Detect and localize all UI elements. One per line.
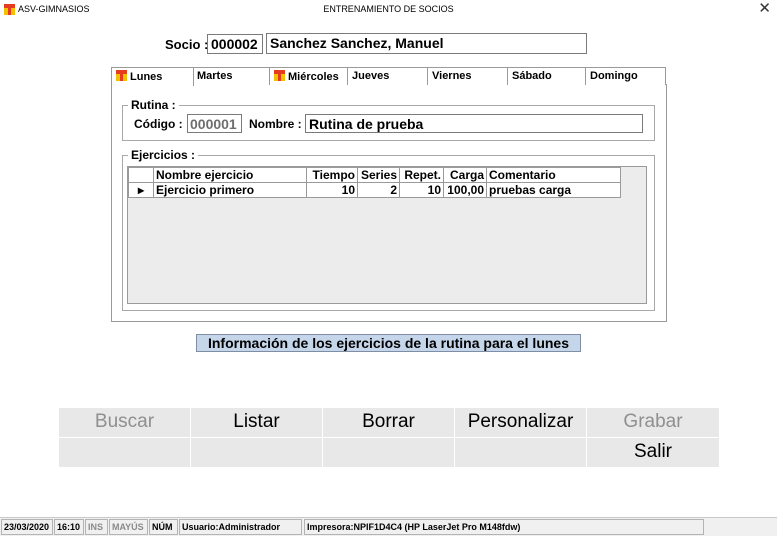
tab-martes[interactable]: Martes [192, 67, 271, 85]
buscar-button[interactable]: Buscar [59, 408, 190, 437]
tab-label: Viernes [432, 70, 472, 82]
rutina-nombre-field[interactable]: Rutina de prueba [305, 114, 643, 133]
socio-name-field[interactable]: Sanchez Sanchez, Manuel [266, 33, 587, 54]
column-header[interactable]: Nombre ejercicio [153, 167, 307, 183]
cell-carga[interactable]: 100,00 [443, 182, 487, 198]
tab-miercoles[interactable]: Miércoles [269, 67, 349, 85]
tab-label: Domingo [590, 70, 638, 82]
close-icon[interactable]: ✕ [758, 1, 771, 17]
tab-viernes[interactable]: Viernes [427, 67, 509, 85]
cell-nombre[interactable]: Ejercicio primero [153, 182, 307, 198]
status-date: 23/03/2020 [1, 519, 53, 535]
tab-lunes[interactable]: Lunes [111, 67, 194, 86]
column-header[interactable]: Comentario [486, 167, 621, 183]
borrar-button[interactable]: Borrar [323, 408, 454, 437]
flag-icon [116, 70, 127, 81]
tab-label: Sábado [512, 70, 552, 82]
window-title: ENTRENAMIENTO DE SOCIOS [323, 4, 454, 14]
codigo-label: Código : [134, 117, 183, 131]
socio-code-field[interactable]: 000002 [207, 34, 263, 54]
day-tabs: Lunes Martes Miércoles Jueves Viernes Sá… [111, 67, 666, 86]
socio-label: Socio : [165, 37, 209, 52]
row-indicator-header [128, 167, 154, 183]
rutina-group-title: Rutina : [128, 98, 179, 112]
current-row-arrow-icon: ▸ [128, 182, 154, 198]
grabar-button[interactable]: Grabar [587, 408, 719, 437]
column-header[interactable]: Tiempo [306, 167, 358, 183]
flag-icon [274, 70, 285, 81]
listar-button[interactable]: Listar [191, 408, 322, 437]
ejercicios-grid[interactable]: Nombre ejercicio Tiempo Series Repet. Ca… [127, 166, 647, 304]
ejercicios-table: Nombre ejercicio Tiempo Series Repet. Ca… [128, 167, 621, 198]
column-header[interactable]: Series [357, 167, 400, 183]
table-row[interactable]: ▸ Ejercicio primero 10 2 10 100,00 prueb… [128, 182, 621, 198]
empty-button [59, 438, 190, 467]
empty-button [455, 438, 586, 467]
status-time: 16:10 [54, 519, 84, 535]
status-usuario: Usuario:Administrador [179, 519, 302, 535]
column-header[interactable]: Carga [443, 167, 487, 183]
info-label: Información de los ejercicios de la ruti… [196, 334, 581, 352]
tab-label: Martes [197, 70, 233, 82]
cell-repet[interactable]: 10 [399, 182, 444, 198]
salir-button[interactable]: Salir [587, 438, 719, 467]
status-ins: INS [85, 519, 108, 535]
rutina-codigo-field[interactable]: 000001 [187, 114, 242, 133]
cell-tiempo[interactable]: 10 [306, 182, 358, 198]
empty-button [191, 438, 322, 467]
tab-jueves[interactable]: Jueves [347, 67, 429, 85]
ejercicios-group-title: Ejercicios : [128, 148, 199, 162]
status-num: NÚM [149, 519, 178, 535]
tab-label: Miércoles [288, 71, 339, 83]
empty-button [323, 438, 454, 467]
personalizar-button[interactable]: Personalizar [455, 408, 586, 437]
status-mayus: MAYÚS [109, 519, 148, 535]
column-header[interactable]: Repet. [399, 167, 444, 183]
tab-sabado[interactable]: Sábado [507, 67, 587, 85]
tab-label: Lunes [130, 71, 163, 83]
status-impresora: Impresora:NPIF1D4C4 (HP LaserJet Pro M14… [304, 519, 704, 535]
nombre-label: Nombre : [249, 117, 302, 131]
table-header-row: Nombre ejercicio Tiempo Series Repet. Ca… [128, 167, 621, 183]
cell-series[interactable]: 2 [357, 182, 400, 198]
cell-comentario[interactable]: pruebas carga [486, 182, 621, 198]
tab-domingo[interactable]: Domingo [585, 67, 666, 85]
tab-label: Jueves [352, 70, 390, 82]
